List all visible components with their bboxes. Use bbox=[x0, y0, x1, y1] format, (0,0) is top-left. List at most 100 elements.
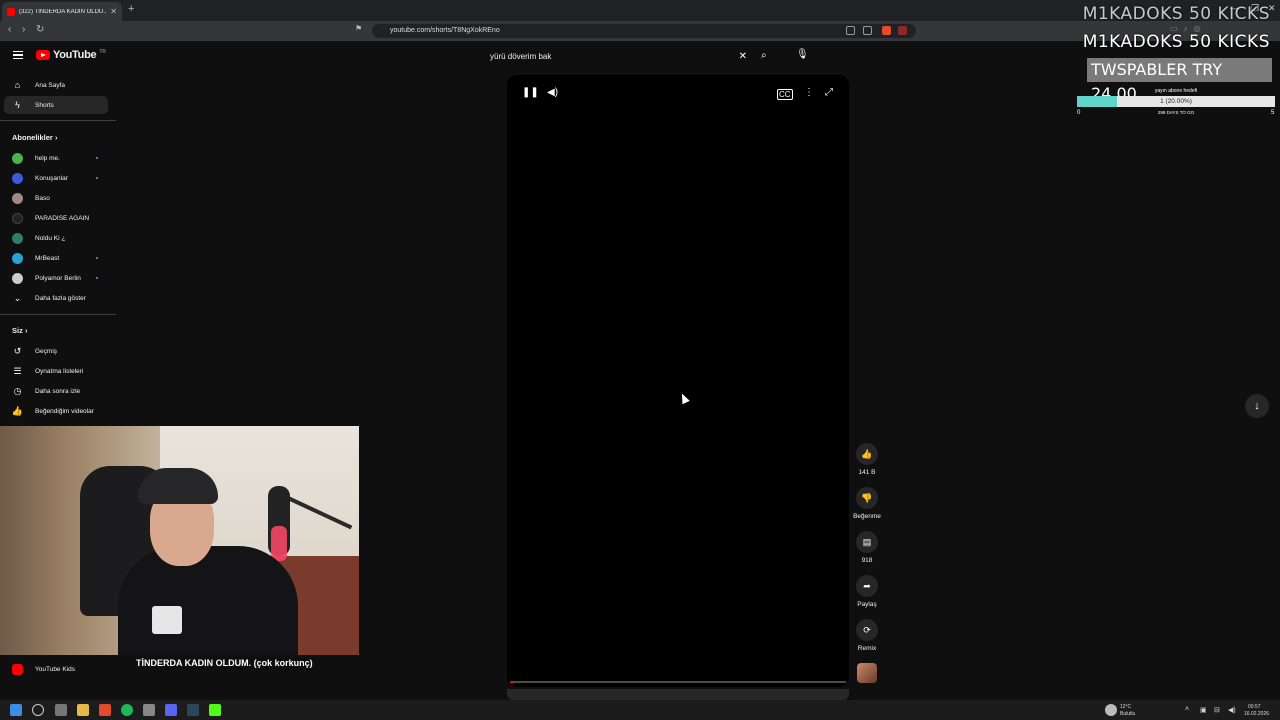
logo-country: TR bbox=[99, 49, 106, 55]
network-icon[interactable]: ⊟ bbox=[1214, 706, 1220, 714]
new-content-dot bbox=[96, 277, 98, 279]
spotify-icon[interactable] bbox=[121, 704, 133, 716]
chevron-right-icon: › bbox=[24, 326, 28, 335]
sidebar-item-subscription[interactable]: Noldu Ki ¿ bbox=[4, 229, 108, 247]
comments-button[interactable]: ▤ 918 bbox=[852, 531, 882, 564]
logo-text: YouTube bbox=[53, 49, 97, 61]
subscriptions-heading[interactable]: Abonelikler › bbox=[12, 133, 57, 142]
clear-search-icon[interactable]: ✕ bbox=[739, 51, 747, 62]
sidebar-item-subscription[interactable]: Konuşanlar bbox=[4, 169, 108, 187]
tray-app-icon[interactable]: ▣ bbox=[1200, 706, 1207, 714]
search-box[interactable]: yürü döverim bak ✕ bbox=[483, 46, 753, 66]
sidebar-item-subscription[interactable]: Polyamor Berlin bbox=[4, 269, 108, 287]
sidebar-item-home[interactable]: ⌂ Ana Sayfa bbox=[4, 76, 108, 94]
close-tab-icon[interactable]: ✕ bbox=[110, 7, 117, 16]
kick-alert: M1KADOKS 50 KICKS bbox=[1082, 32, 1270, 52]
divider bbox=[0, 120, 116, 121]
extension-share-icon[interactable] bbox=[863, 26, 872, 35]
sidebar-item-subscription[interactable]: help me. bbox=[4, 149, 108, 167]
sidebar-item-label: Konuşanlar bbox=[35, 174, 68, 182]
progress-fill bbox=[510, 681, 514, 683]
watch-later-icon: ◷ bbox=[13, 385, 22, 396]
tab-title: (322) TİNDERDA KADIN OLDU... bbox=[19, 8, 107, 15]
share-icon: ➦ bbox=[856, 575, 878, 597]
subscriber-goal-value: 1 (20.00%) bbox=[1160, 98, 1192, 105]
menu-icon[interactable] bbox=[13, 51, 23, 59]
youtube-logo[interactable]: YouTube TR bbox=[36, 49, 106, 61]
shorts-player[interactable]: ❚❚ ◀) CC ⋮ ⤢ bbox=[507, 75, 849, 687]
search-input[interactable]: yürü döverim bak bbox=[490, 52, 739, 61]
comment-icon: ▤ bbox=[856, 531, 878, 553]
stream-caption: TİNDERDA KADIN OLDUM. (çok korkunç) bbox=[136, 658, 313, 668]
youtube-favicon-icon bbox=[7, 7, 15, 16]
sidebar-item-subscription[interactable]: Baso bbox=[4, 189, 108, 207]
sidebar-item-youtube-kids[interactable]: YouTube Kids bbox=[4, 660, 108, 678]
search-taskbar-icon[interactable] bbox=[32, 704, 44, 716]
more-options-icon[interactable]: ⋮ bbox=[804, 87, 814, 98]
brave-rewards-icon[interactable] bbox=[898, 26, 907, 35]
sidebar-item-playlists[interactable]: ☰ Oynatma listeleri bbox=[4, 362, 108, 380]
sidebar-item-label: YouTube Kids bbox=[35, 665, 75, 673]
tray-chevron-icon[interactable]: ˄ bbox=[1185, 706, 1189, 713]
weather-icon[interactable] bbox=[1105, 704, 1117, 716]
settings-icon[interactable] bbox=[143, 704, 155, 716]
new-tab-icon[interactable]: + bbox=[128, 3, 134, 15]
back-icon[interactable]: ‹ bbox=[8, 24, 11, 35]
channel-avatar bbox=[12, 192, 23, 204]
volume-tray-icon[interactable]: ◀) bbox=[1228, 706, 1236, 714]
fullscreen-icon[interactable]: ⤢ bbox=[825, 87, 833, 98]
you-title: Siz bbox=[12, 326, 23, 335]
brave-shield-icon[interactable] bbox=[882, 26, 891, 35]
sidebar-item-label: Noldu Ki ¿ bbox=[35, 234, 66, 242]
channel-avatar bbox=[12, 212, 23, 224]
sidebar-item-subscription[interactable]: MrBeast bbox=[4, 249, 108, 267]
extension-screen-icon[interactable] bbox=[846, 26, 855, 35]
liked-videos-icon: 👍 bbox=[11, 405, 24, 416]
microphone-icon[interactable]: 🎙 bbox=[796, 49, 809, 60]
share-label: Paylaş bbox=[857, 601, 877, 608]
sound-thumbnail[interactable] bbox=[857, 663, 877, 683]
volume-icon[interactable]: ◀) bbox=[547, 87, 558, 98]
captions-icon[interactable]: CC bbox=[777, 89, 793, 100]
windows-start-icon[interactable] bbox=[10, 704, 22, 716]
remix-button[interactable]: ⟳ Remix bbox=[852, 619, 882, 652]
sidebar-item-watch-later[interactable]: ◷ Daha sonra izle bbox=[4, 382, 108, 400]
show-more-button[interactable]: ⌄ Daha fazla göster bbox=[4, 289, 108, 307]
sidebar-item-subscription[interactable]: PARADISE AGAIN bbox=[4, 209, 108, 227]
like-button[interactable]: 👍 141 B bbox=[852, 443, 882, 476]
steam-icon[interactable] bbox=[187, 704, 199, 716]
arrow-down-icon: ↓ bbox=[1254, 400, 1260, 412]
forward-icon[interactable]: › bbox=[22, 24, 25, 35]
bookmark-icon[interactable]: ⚑ bbox=[355, 24, 362, 33]
you-heading[interactable]: Siz › bbox=[12, 326, 27, 335]
kick-icon[interactable] bbox=[209, 704, 221, 716]
player-bottom-bar bbox=[507, 689, 849, 700]
progress-bar[interactable] bbox=[510, 681, 846, 683]
sidebar-item-shorts[interactable]: ϟ Shorts bbox=[4, 96, 108, 114]
file-explorer-icon[interactable] bbox=[77, 704, 89, 716]
sidebar-item-liked-videos[interactable]: 👍 Beğendiğim videolar bbox=[4, 402, 108, 420]
reload-icon[interactable]: ↻ bbox=[36, 24, 44, 35]
windows-taskbar: 12°C Bulutlu ˄ ▣ ⊟ ◀) 00:57 16.02.2026 bbox=[0, 700, 1280, 720]
pause-icon[interactable]: ❚❚ bbox=[522, 87, 539, 98]
browser-tab[interactable]: (322) TİNDERDA KADIN OLDU... ✕ bbox=[2, 2, 122, 21]
dislike-button[interactable]: 👎 Beğenme bbox=[852, 487, 882, 520]
task-view-icon[interactable] bbox=[55, 704, 67, 716]
discord-icon[interactable] bbox=[165, 704, 177, 716]
kick-alert-shadow: M1KADOKS 50 KICKS bbox=[1082, 4, 1270, 24]
clock-time: 00:57 bbox=[1248, 704, 1261, 710]
next-video-button[interactable]: ↓ bbox=[1245, 394, 1269, 418]
search-icon[interactable]: ⌕ bbox=[761, 50, 767, 61]
shirt-logo bbox=[152, 606, 182, 634]
sidebar-item-label: Baso bbox=[35, 194, 50, 202]
shorts-icon: ϟ bbox=[15, 100, 20, 110]
sidebar-item-history[interactable]: ↺ Geçmiş bbox=[4, 342, 108, 360]
brave-browser-icon[interactable] bbox=[99, 704, 111, 716]
url-field[interactable]: youtube.com/shorts/T8NgXokREno bbox=[372, 24, 916, 38]
streamer-body bbox=[118, 546, 298, 655]
history-icon: ↺ bbox=[13, 345, 22, 356]
webcam-overlay bbox=[0, 426, 359, 655]
youtube-play-icon bbox=[36, 50, 50, 60]
share-button[interactable]: ➦ Paylaş bbox=[852, 575, 882, 608]
sidebar-item-label: help me. bbox=[35, 154, 60, 162]
